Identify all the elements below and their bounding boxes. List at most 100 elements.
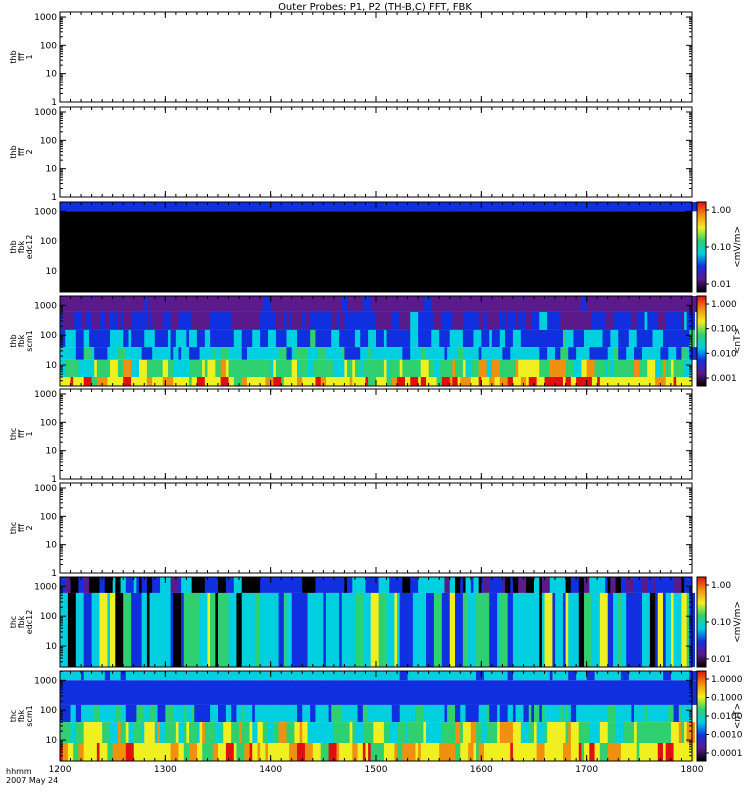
heatmap-band-1 [370, 592, 380, 667]
heatmap-band-2 [552, 329, 561, 348]
heatmap-band-2 [191, 704, 195, 723]
heatmap-band-2 [423, 704, 430, 723]
heatmap-band-1 [212, 680, 219, 705]
heatmap-band-2 [584, 329, 590, 348]
panel-ylabel: thb fbk edc12 [9, 235, 34, 260]
heatmap-band-0 [555, 202, 564, 212]
colorbar-tick-label: 0.0001 [711, 749, 743, 759]
heatmap-band-3 [231, 722, 235, 743]
heatmap-band-1 [613, 311, 619, 330]
heatmap-band-0 [526, 202, 532, 212]
y-tick-label: 100 [40, 418, 57, 428]
heatmap-band-2 [578, 329, 582, 348]
heatmap-band-1 [584, 680, 590, 705]
heatmap-band-1 [362, 211, 369, 292]
heatmap-band-4 [447, 359, 451, 377]
y-tick-label: 10 [46, 447, 58, 457]
heatmap-band-4 [620, 359, 627, 377]
heatmap-band-5 [386, 377, 393, 386]
heatmap-band-4 [578, 743, 582, 761]
heatmap-band-3 [428, 347, 437, 360]
heatmap-band-4 [599, 359, 606, 377]
heatmap-band-3 [486, 722, 490, 743]
heatmap-band-2 [660, 329, 664, 348]
heatmap-band-0 [536, 671, 543, 681]
date-label: 2007 May 24 [6, 776, 58, 785]
heatmap-band-1 [426, 211, 435, 292]
heatmap-band-3 [202, 347, 208, 360]
heatmap-band-0 [154, 671, 164, 681]
heatmap-band-2 [331, 704, 337, 723]
heatmap-band-2 [252, 704, 256, 723]
heatmap-band-3 [291, 347, 295, 360]
heatmap-band-1 [576, 680, 582, 705]
heatmap-band-1 [547, 211, 551, 292]
heatmap-band-1 [115, 680, 119, 705]
heatmap-band-4 [639, 359, 648, 377]
heatmap-band-1 [302, 680, 308, 705]
heatmap-band-1 [215, 592, 219, 667]
heatmap-band-0 [194, 296, 203, 312]
heatmap-band-1 [449, 592, 456, 667]
heatmap-band-5 [333, 377, 340, 386]
heatmap-band-0 [336, 202, 345, 212]
heatmap-band-2 [260, 704, 264, 723]
heatmap-band-1 [286, 592, 293, 667]
heatmap-band-1 [352, 311, 356, 330]
heatmap-band-4 [565, 359, 572, 377]
heatmap-band-4 [162, 359, 169, 377]
heatmap-band-5 [536, 377, 543, 386]
heatmap-band-5 [499, 377, 509, 386]
heatmap-band-4 [386, 359, 390, 377]
heatmap-band-2 [486, 704, 490, 723]
heatmap-band-2 [352, 329, 356, 348]
heatmap-band-5 [60, 377, 66, 386]
heatmap-band-2 [78, 704, 82, 723]
heatmap-band-1 [257, 311, 261, 330]
heatmap-band-5 [210, 377, 214, 386]
heatmap-band-5 [220, 377, 227, 386]
heatmap-band-4 [275, 359, 285, 377]
heatmap-band-1 [275, 211, 285, 292]
heatmap-band-1 [336, 592, 340, 667]
heatmap-band-4 [639, 743, 648, 761]
heatmap-band-3 [144, 722, 148, 743]
heatmap-band-2 [439, 704, 445, 723]
heatmap-band-1 [455, 592, 464, 667]
heatmap-band-0 [539, 202, 543, 212]
heatmap-band-3 [376, 347, 382, 360]
heatmap-band-3 [307, 347, 316, 360]
heatmap-band-5 [628, 377, 635, 386]
heatmap-band-1 [325, 211, 329, 292]
heatmap-band-3 [181, 347, 190, 360]
heatmap-band-2 [270, 329, 277, 348]
heatmap-band-1 [407, 311, 411, 330]
heatmap-band-1 [107, 592, 111, 667]
heatmap-band-5 [83, 377, 92, 386]
heatmap-band-1 [491, 311, 501, 330]
heatmap-band-0 [599, 202, 606, 212]
heatmap-band-1 [447, 211, 451, 292]
heatmap-band-1 [139, 211, 145, 292]
heatmap-band-2 [399, 329, 408, 348]
heatmap-band-4 [562, 743, 572, 761]
heatmap-band-1 [626, 211, 635, 292]
heatmap-band-5 [189, 377, 193, 386]
heatmap-band-3 [531, 347, 540, 360]
heatmap-band-3 [507, 722, 514, 743]
heatmap-band-3 [518, 347, 524, 360]
heatmap-band-3 [249, 722, 253, 743]
heatmap-band-2 [65, 704, 71, 723]
heatmap-band-1 [478, 311, 482, 330]
heatmap-band-1 [649, 592, 656, 667]
heatmap-band-4 [515, 359, 519, 377]
heatmap-band-1 [368, 311, 374, 330]
heatmap-band-1 [117, 211, 127, 292]
heatmap-band-0 [70, 577, 79, 593]
heatmap-band-5 [170, 377, 174, 386]
heatmap-band-1 [641, 311, 645, 330]
heatmap-band-1 [597, 311, 606, 330]
heatmap-band-3 [262, 722, 269, 743]
heatmap-band-1 [152, 311, 156, 330]
heatmap-band-1 [278, 592, 285, 667]
